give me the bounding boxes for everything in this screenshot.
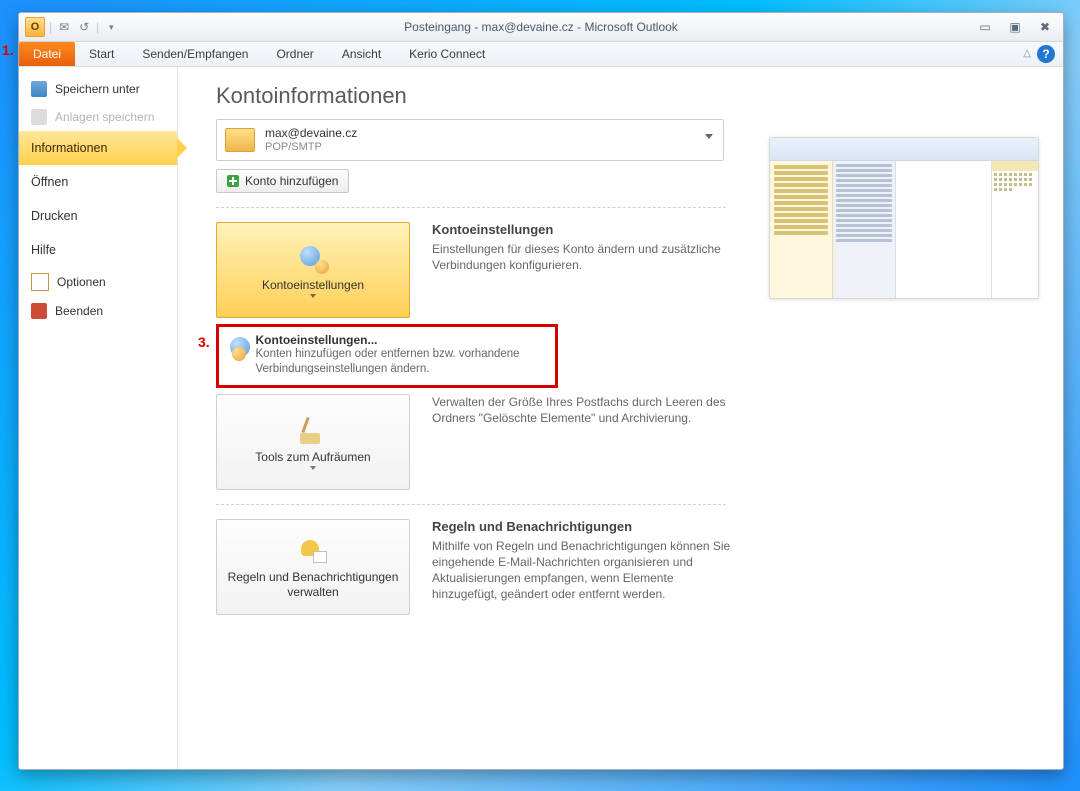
sidebar-item-label: Speichern unter bbox=[55, 82, 140, 96]
outlook-app-icon: O bbox=[25, 17, 45, 37]
divider bbox=[216, 504, 726, 505]
account-settings-icon bbox=[297, 242, 329, 274]
account-folder-icon bbox=[225, 128, 255, 152]
maximize-button[interactable]: ▣ bbox=[1007, 19, 1023, 35]
rules-icon bbox=[297, 534, 329, 566]
tab-start[interactable]: Start bbox=[75, 42, 128, 66]
tab-ansicht[interactable]: Ansicht bbox=[328, 42, 395, 66]
qat-customize-icon[interactable]: ▾ bbox=[103, 19, 119, 35]
sidebar-oeffnen[interactable]: Öffnen bbox=[19, 165, 177, 199]
popover-title: Kontoeinstellungen... bbox=[256, 333, 548, 347]
cleanup-tools-button[interactable]: Tools zum Aufräumen bbox=[216, 394, 410, 490]
sidebar-save-attachments: Anlagen speichern bbox=[19, 103, 177, 131]
rules-label: Regeln und Benachrichtigungen verwalten bbox=[223, 570, 403, 599]
minimize-button[interactable]: ▭ bbox=[977, 19, 993, 35]
tab-senden-empfangen[interactable]: Senden/Empfangen bbox=[128, 42, 262, 66]
account-settings-heading: Kontoeinstellungen bbox=[432, 222, 732, 237]
tab-datei[interactable]: Datei bbox=[19, 42, 75, 66]
backstage-content: Kontoinformationen max@devaine.cz POP/SM… bbox=[178, 67, 1063, 770]
popover-desc: Konten hinzufügen oder entfernen bzw. vo… bbox=[256, 347, 548, 377]
tab-kerio-connect[interactable]: Kerio Connect bbox=[395, 42, 499, 66]
sidebar-beenden[interactable]: Beenden bbox=[19, 297, 177, 325]
title-bar: O | ✉ ↺ | ▾ Posteingang - max@devaine.cz… bbox=[19, 13, 1063, 42]
account-settings-menu-icon bbox=[227, 333, 246, 361]
sidebar-item-label: Beenden bbox=[55, 304, 103, 318]
window-title: Posteingang - max@devaine.cz - Microsoft… bbox=[19, 13, 1063, 41]
collapse-ribbon-icon[interactable]: △ bbox=[1023, 48, 1031, 59]
send-receive-qat-icon[interactable]: ✉ bbox=[56, 19, 72, 35]
sidebar-informationen[interactable]: Informationen bbox=[19, 131, 177, 165]
options-icon bbox=[31, 273, 49, 291]
sidebar-item-label: Informationen bbox=[31, 141, 107, 155]
account-type: POP/SMTP bbox=[265, 141, 357, 154]
attachment-icon bbox=[31, 109, 47, 125]
cleanup-label: Tools zum Aufräumen bbox=[255, 450, 370, 464]
add-account-button[interactable]: Konto hinzufügen bbox=[216, 169, 349, 193]
manage-rules-button[interactable]: Regeln und Benachrichtigungen verwalten bbox=[216, 519, 410, 615]
sidebar-drucken[interactable]: Drucken bbox=[19, 199, 177, 233]
quick-access-toolbar: O | ✉ ↺ | ▾ bbox=[19, 17, 125, 37]
account-email: max@devaine.cz bbox=[265, 126, 357, 140]
mailbox-preview-thumbnail bbox=[769, 137, 1039, 299]
chevron-down-icon bbox=[705, 134, 713, 139]
account-settings-desc: Einstellungen für dieses Konto ändern un… bbox=[432, 241, 732, 273]
ribbon-tabs: Datei Start Senden/Empfangen Ordner Ansi… bbox=[19, 42, 1063, 67]
sidebar-item-label: Drucken bbox=[31, 209, 78, 223]
undo-qat-icon[interactable]: ↺ bbox=[76, 19, 92, 35]
page-title: Kontoinformationen bbox=[216, 83, 1039, 109]
cleanup-icon bbox=[297, 414, 329, 446]
sidebar-item-label: Optionen bbox=[57, 275, 106, 289]
save-icon bbox=[31, 81, 47, 97]
account-settings-menu-item[interactable]: Kontoeinstellungen... Konten hinzufügen … bbox=[216, 324, 558, 388]
close-button[interactable]: ✖ bbox=[1037, 19, 1053, 35]
cleanup-desc: Verwalten der Größe Ihres Postfachs durc… bbox=[432, 394, 732, 426]
plus-icon bbox=[227, 175, 239, 187]
outlook-window: O | ✉ ↺ | ▾ Posteingang - max@devaine.cz… bbox=[18, 12, 1064, 770]
sidebar-item-label: Hilfe bbox=[31, 243, 56, 257]
sidebar-optionen[interactable]: Optionen bbox=[19, 267, 177, 297]
account-selector-dropdown[interactable]: max@devaine.cz POP/SMTP bbox=[216, 119, 724, 161]
rules-desc: Mithilfe von Regeln und Benachrichtigung… bbox=[432, 538, 732, 603]
annotation-1: 1. bbox=[2, 42, 14, 58]
tab-ordner[interactable]: Ordner bbox=[262, 42, 327, 66]
sidebar-hilfe[interactable]: Hilfe bbox=[19, 233, 177, 267]
account-settings-label: Kontoeinstellungen bbox=[262, 278, 364, 292]
sidebar-item-label: Öffnen bbox=[31, 175, 68, 189]
annotation-3: 3. bbox=[198, 334, 210, 350]
exit-icon bbox=[31, 303, 47, 319]
add-account-label: Konto hinzufügen bbox=[245, 174, 338, 188]
account-settings-button[interactable]: Kontoeinstellungen bbox=[216, 222, 410, 318]
backstage-sidebar: Speichern unter Anlagen speichern Inform… bbox=[19, 67, 178, 770]
chevron-down-icon bbox=[310, 466, 316, 470]
rules-heading: Regeln und Benachrichtigungen bbox=[432, 519, 732, 534]
chevron-down-icon bbox=[310, 294, 316, 298]
sidebar-item-label: Anlagen speichern bbox=[55, 110, 154, 124]
sidebar-save-as[interactable]: Speichern unter bbox=[19, 75, 177, 103]
divider bbox=[216, 207, 726, 208]
help-icon[interactable]: ? bbox=[1037, 45, 1055, 63]
